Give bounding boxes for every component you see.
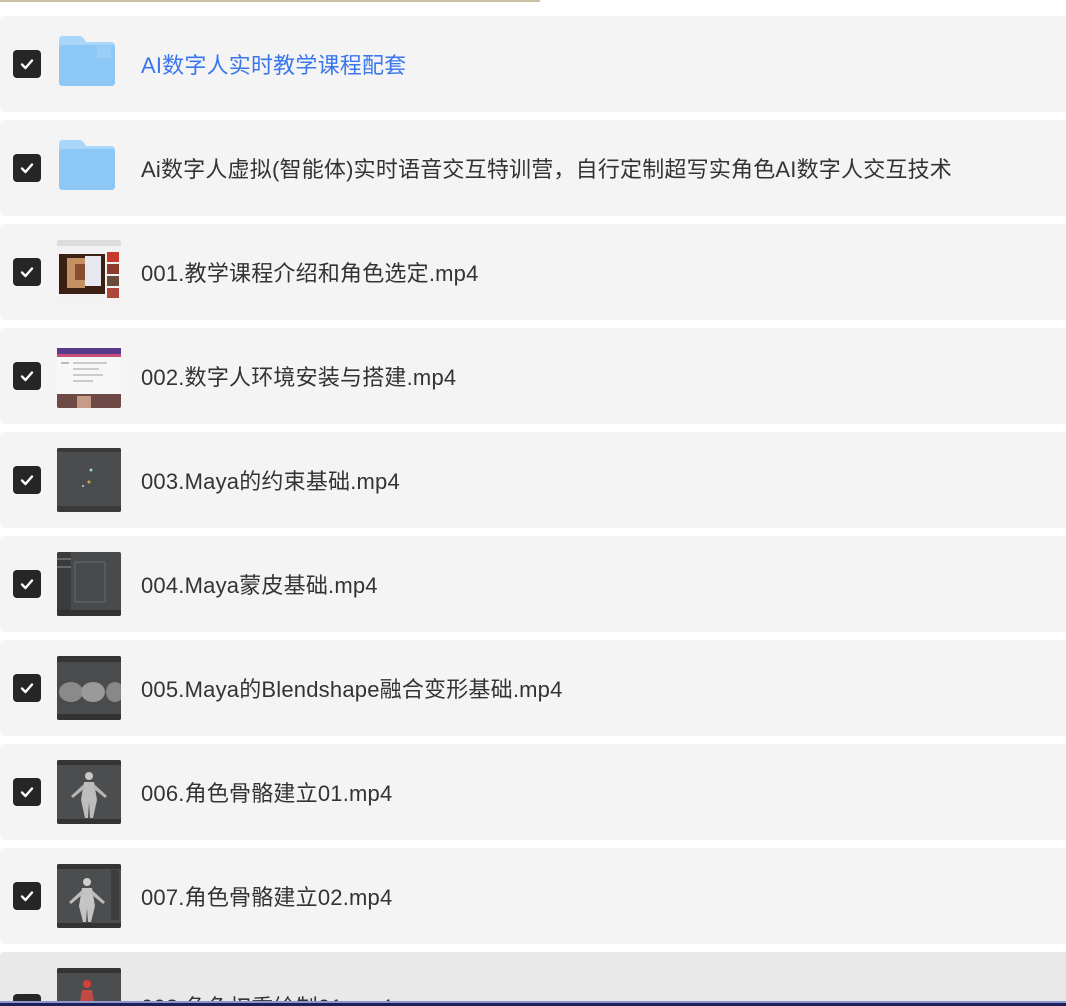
item-name[interactable]: 005.Maya的Blendshape融合变形基础.mp4 (141, 672, 563, 704)
item-checkbox[interactable] (13, 674, 41, 702)
list-item-video-001[interactable]: 001.教学课程介绍和角色选定.mp4 (0, 224, 1066, 320)
list-item-folder-0[interactable]: AI数字人实时教学课程配套 (0, 16, 1066, 112)
video-thumbnail-icon (57, 864, 121, 928)
file-list: AI数字人实时教学课程配套 Ai数字人虚拟(智能体)实时语音交互特训营，自行定制… (0, 16, 1066, 1006)
list-item-video-003[interactable]: 003.Maya的约束基础.mp4 (0, 432, 1066, 528)
video-thumbnail-icon (57, 760, 121, 824)
item-checkbox[interactable] (13, 154, 41, 182)
item-name[interactable]: 001.教学课程介绍和角色选定.mp4 (141, 256, 479, 288)
item-checkbox[interactable] (13, 362, 41, 390)
folder-icon (57, 32, 121, 96)
item-checkbox[interactable] (13, 50, 41, 78)
item-checkbox[interactable] (13, 778, 41, 806)
item-name[interactable]: 003.Maya的约束基础.mp4 (141, 464, 400, 496)
item-name[interactable]: 004.Maya蒙皮基础.mp4 (141, 568, 378, 600)
list-item-video-006[interactable]: 006.角色骨骼建立01.mp4 (0, 744, 1066, 840)
list-item-video-007[interactable]: 007.角色骨骼建立02.mp4 (0, 848, 1066, 944)
video-thumbnail-icon (57, 344, 121, 408)
item-name[interactable]: AI数字人实时教学课程配套 (141, 48, 406, 80)
list-item-video-004[interactable]: 004.Maya蒙皮基础.mp4 (0, 536, 1066, 632)
item-checkbox[interactable] (13, 882, 41, 910)
folder-icon (57, 136, 121, 200)
item-checkbox[interactable] (13, 258, 41, 286)
file-list-page: AI数字人实时教学课程配套 Ai数字人虚拟(智能体)实时语音交互特训营，自行定制… (0, 0, 1066, 1006)
item-name[interactable]: 002.数字人环境安装与搭建.mp4 (141, 360, 456, 392)
video-thumbnail-icon (57, 240, 121, 304)
video-thumbnail-icon (57, 552, 121, 616)
item-name[interactable]: 006.角色骨骼建立01.mp4 (141, 776, 392, 808)
list-item-folder-1[interactable]: Ai数字人虚拟(智能体)实时语音交互特训营，自行定制超写实角色AI数字人交互技术 (0, 120, 1066, 216)
list-item-video-002[interactable]: 002.数字人环境安装与搭建.mp4 (0, 328, 1066, 424)
item-checkbox[interactable] (13, 570, 41, 598)
window-bottom-border (0, 1001, 1066, 1006)
item-name[interactable]: 007.角色骨骼建立02.mp4 (141, 880, 392, 912)
video-thumbnail-icon (57, 448, 121, 512)
item-name[interactable]: Ai数字人虚拟(智能体)实时语音交互特训营，自行定制超写实角色AI数字人交互技术 (141, 152, 952, 184)
list-item-video-005[interactable]: 005.Maya的Blendshape融合变形基础.mp4 (0, 640, 1066, 736)
item-checkbox[interactable] (13, 466, 41, 494)
top-divider (0, 0, 540, 2)
video-thumbnail-icon (57, 656, 121, 720)
list-item-video-008[interactable]: 008.角色权重绘制01.mp4 (0, 952, 1066, 1006)
